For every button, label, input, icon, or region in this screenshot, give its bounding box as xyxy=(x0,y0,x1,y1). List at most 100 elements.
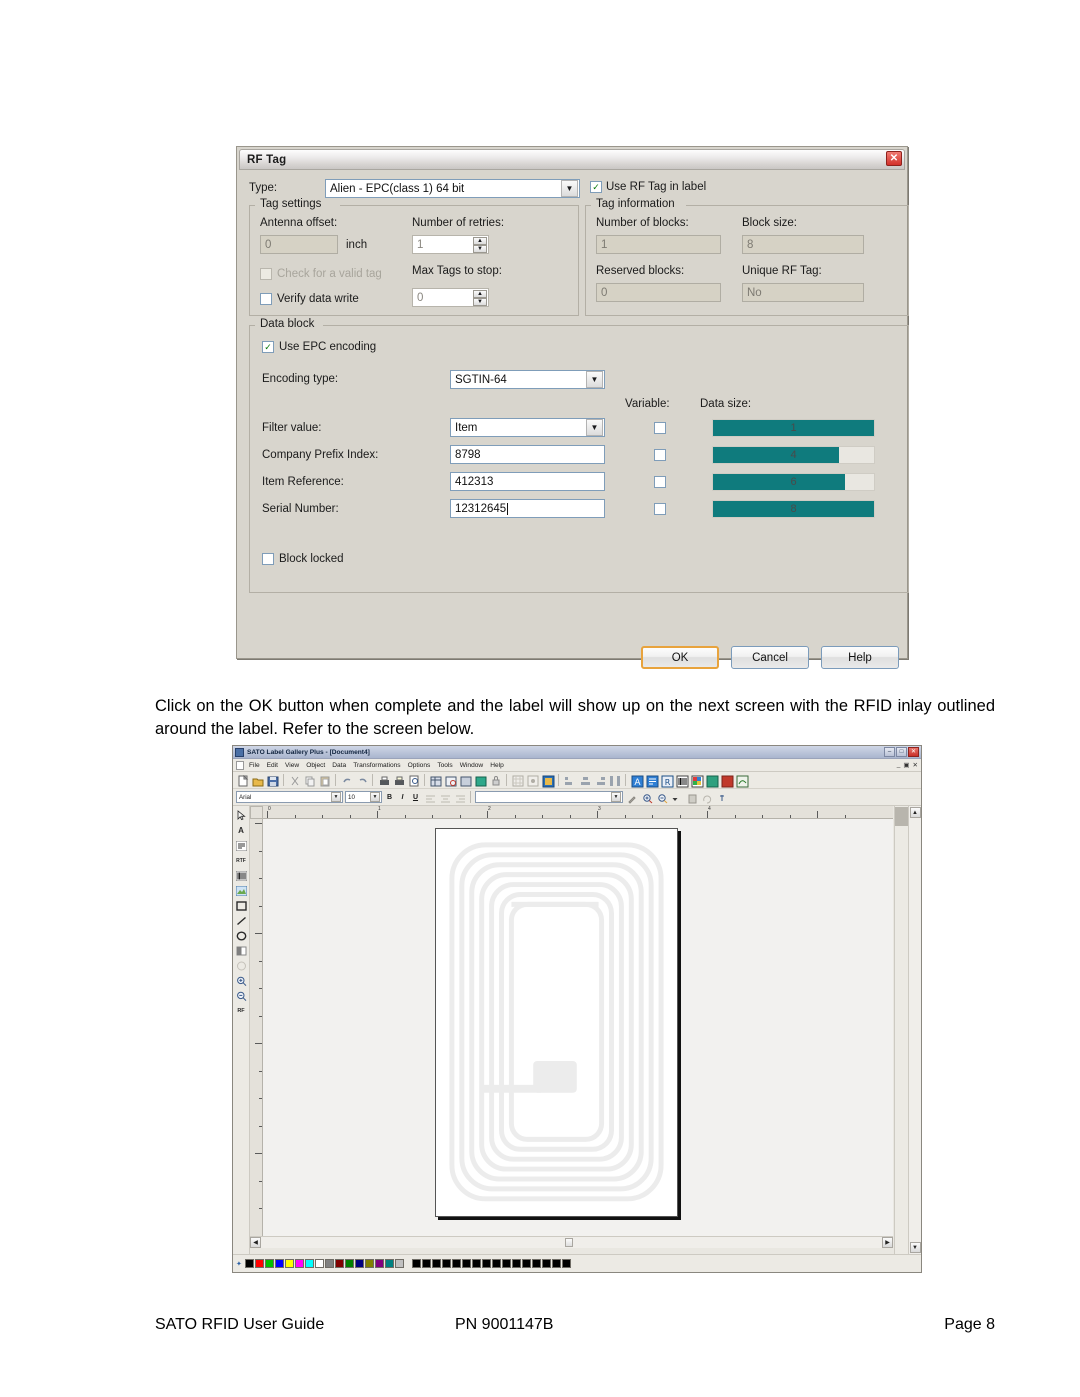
color-swatch[interactable] xyxy=(451,1259,461,1268)
scroll-thumb[interactable] xyxy=(565,1238,574,1247)
encoding-type-select[interactable]: SGTIN-64 ▼ xyxy=(450,370,605,389)
rectangle-object-icon[interactable] xyxy=(705,774,719,787)
color-swatch[interactable] xyxy=(521,1259,531,1268)
lock-icon[interactable] xyxy=(489,774,502,787)
scroll-up-icon[interactable]: ▲ xyxy=(909,807,921,818)
chevron-down-icon[interactable]: ▼ xyxy=(331,792,341,802)
text-icon[interactable]: A xyxy=(235,824,248,837)
color-swatch[interactable] xyxy=(274,1259,284,1268)
item-reference-input[interactable]: 412313 xyxy=(450,472,605,491)
color-swatch[interactable] xyxy=(511,1259,521,1268)
select-pointer-icon[interactable] xyxy=(235,809,248,822)
color-swatch[interactable] xyxy=(551,1259,561,1268)
color-swatch[interactable] xyxy=(541,1259,551,1268)
color-swatch[interactable] xyxy=(481,1259,491,1268)
app-titlebar[interactable]: SATO Label Gallery Plus - [Document4] – … xyxy=(233,746,921,759)
barcode-icon[interactable] xyxy=(235,869,248,882)
chevron-down-icon[interactable]: ▼ xyxy=(586,419,603,436)
menu-item-edit[interactable]: Edit xyxy=(267,762,278,769)
chevron-down-icon[interactable]: ▼ xyxy=(586,371,603,388)
variables-icon[interactable] xyxy=(474,774,487,787)
color-swatch[interactable] xyxy=(491,1259,501,1268)
check-for-valid-tag-checkbox[interactable]: ✓ Check for a valid tag xyxy=(260,268,382,280)
rotate-icon[interactable] xyxy=(700,791,713,804)
doc-close-icon[interactable]: ✕ xyxy=(913,761,918,769)
distribute-icon[interactable] xyxy=(608,774,621,787)
menu-item-options[interactable]: Options xyxy=(408,762,431,769)
zoom-in-icon[interactable] xyxy=(235,974,248,987)
close-icon[interactable]: ✕ xyxy=(908,747,919,757)
item-reference-variable-checkbox[interactable]: ✓ xyxy=(654,476,666,488)
serial-number-variable-checkbox[interactable]: ✓ xyxy=(654,503,666,515)
print-icon[interactable] xyxy=(377,774,390,787)
print-setup-icon[interactable] xyxy=(392,774,405,787)
horizontal-scrollbar[interactable]: ◀ ▶ xyxy=(250,1236,893,1248)
filter-value-select[interactable]: Item ▼ xyxy=(450,418,605,437)
close-icon[interactable]: ✕ xyxy=(886,151,902,166)
color-swatch[interactable] xyxy=(531,1259,541,1268)
picture-object-icon[interactable] xyxy=(690,774,704,787)
use-epc-encoding-checkbox[interactable]: ✓ Use EPC encoding xyxy=(262,341,376,353)
new-document-icon[interactable] xyxy=(236,774,249,787)
print-preview-icon[interactable] xyxy=(407,774,420,787)
color-swatch[interactable] xyxy=(364,1259,374,1268)
line-icon[interactable] xyxy=(235,914,248,927)
cancel-button[interactable]: Cancel xyxy=(731,646,809,669)
menu-item-transformations[interactable]: Transformations xyxy=(353,762,400,769)
color-swatch[interactable] xyxy=(254,1259,264,1268)
align-left-icon[interactable] xyxy=(423,791,436,804)
scroll-left-icon[interactable]: ◀ xyxy=(250,1237,261,1248)
type-select[interactable]: Alien - EPC(class 1) 64 bit ▼ xyxy=(325,179,580,198)
stepper-up-icon[interactable]: ▲ xyxy=(473,237,487,245)
color-swatch[interactable] xyxy=(264,1259,274,1268)
color-swatch[interactable] xyxy=(294,1259,304,1268)
color-swatch[interactable] xyxy=(394,1259,404,1268)
stepper-buttons[interactable]: ▲ ▼ xyxy=(473,290,487,306)
block-locked-checkbox[interactable]: ✓ Block locked xyxy=(262,553,344,565)
chevron-down-icon[interactable]: ▼ xyxy=(611,792,621,802)
align-right-icon[interactable] xyxy=(453,791,466,804)
number-of-retries-stepper[interactable]: 1 ▲ ▼ xyxy=(412,235,489,254)
font-name-select[interactable]: Arial ▼ xyxy=(236,791,343,803)
menu-item-object[interactable]: Object xyxy=(306,762,325,769)
menu-item-data[interactable]: Data xyxy=(332,762,346,769)
copy-icon[interactable] xyxy=(303,774,316,787)
align-center-icon[interactable] xyxy=(438,791,451,804)
color-swatch[interactable] xyxy=(344,1259,354,1268)
menu-item-view[interactable]: View xyxy=(285,762,299,769)
zoom-select-icon[interactable] xyxy=(541,774,555,787)
use-rf-tag-in-label-checkbox[interactable]: ✓ Use RF Tag in label xyxy=(590,181,706,193)
color-swatch[interactable] xyxy=(374,1259,384,1268)
doc-minimize-icon[interactable]: _ xyxy=(897,761,901,769)
help-button[interactable]: Help xyxy=(821,646,899,669)
text-object-icon[interactable]: A xyxy=(630,774,644,788)
color-swatch[interactable] xyxy=(461,1259,471,1268)
menu-item-help[interactable]: Help xyxy=(490,762,504,769)
scroll-right-icon[interactable]: ▶ xyxy=(882,1237,893,1248)
zoom-out-icon[interactable] xyxy=(655,791,668,804)
rfid-inlay-antenna-object[interactable] xyxy=(442,835,671,1209)
rtf-object-icon[interactable]: R xyxy=(660,774,674,787)
stepper-up-icon[interactable]: ▲ xyxy=(473,290,487,298)
picture-icon[interactable] xyxy=(235,884,248,897)
color-swatch[interactable] xyxy=(384,1259,394,1268)
query-icon[interactable] xyxy=(444,774,457,787)
font-size-select[interactable]: 10 ▼ xyxy=(345,791,382,803)
picture-frame-icon[interactable] xyxy=(235,959,248,972)
vertical-scrollbar[interactable]: ▲ ▼ xyxy=(908,806,921,1254)
color-swatch[interactable] xyxy=(334,1259,344,1268)
color-swatch[interactable] xyxy=(501,1259,511,1268)
save-icon[interactable] xyxy=(266,774,279,787)
filter-value-variable-checkbox[interactable]: ✓ xyxy=(654,422,666,434)
transparent-color-icon[interactable]: ✦ xyxy=(236,1260,242,1268)
color-swatch[interactable] xyxy=(471,1259,481,1268)
doc-restore-icon[interactable]: ▣ xyxy=(903,761,909,769)
company-prefix-index-variable-checkbox[interactable]: ✓ xyxy=(654,449,666,461)
rf-tag-object-icon[interactable] xyxy=(735,774,749,787)
color-swatch[interactable] xyxy=(314,1259,324,1268)
chevron-down-icon[interactable] xyxy=(670,791,683,804)
color-swatch[interactable] xyxy=(421,1259,431,1268)
form-icon[interactable] xyxy=(459,774,472,787)
color-swatch[interactable] xyxy=(324,1259,334,1268)
ruler-corner[interactable] xyxy=(250,806,263,819)
